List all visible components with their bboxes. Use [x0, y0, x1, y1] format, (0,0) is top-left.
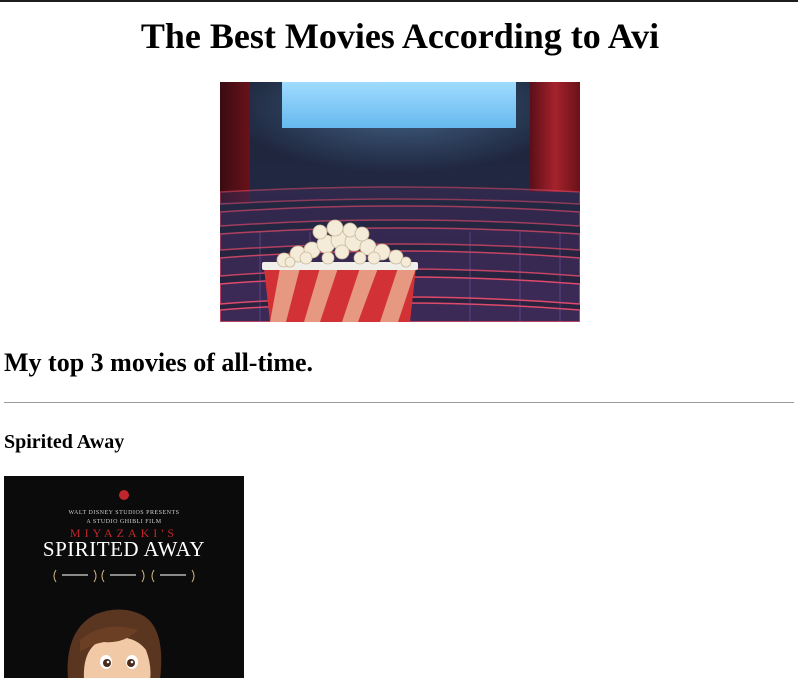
- poster-studio-line: A STUDIO GHIBLI FILM: [86, 519, 162, 525]
- studio-logo-icon: [119, 490, 129, 500]
- movie-title: Spirited Away: [4, 431, 125, 453]
- page: The Best Movies According to Avi My top …: [0, 2, 798, 678]
- divider: [4, 402, 794, 403]
- cinema-popcorn-image: [220, 82, 580, 322]
- section-heading: My top 3 movies of all-time.: [4, 348, 314, 377]
- award-laurels-icon: [53, 569, 195, 583]
- poster-film-title: SPIRITED AWAY: [42, 537, 206, 561]
- poster-character-illustration: [67, 609, 162, 678]
- poster-presenter-line: WALT DISNEY STUDIOS PRESENTS: [68, 510, 180, 516]
- page-title: The Best Movies According to Avi: [140, 16, 660, 56]
- movie-poster-image: WALT DISNEY STUDIOS PRESENTS A STUDIO GH…: [4, 476, 244, 678]
